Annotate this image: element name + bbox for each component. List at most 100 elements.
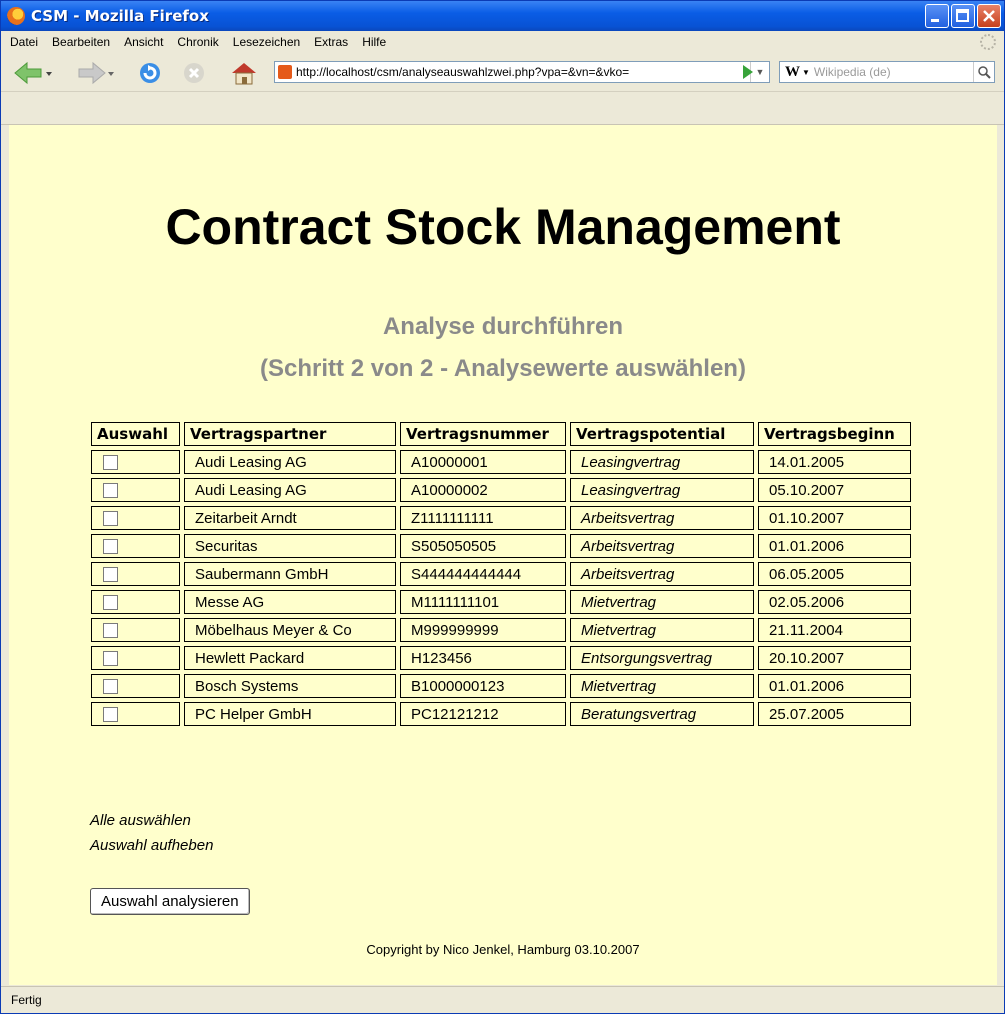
- site-favicon-icon: [278, 65, 292, 79]
- start-date-cell: 21.11.2004: [758, 618, 911, 642]
- copyright-text: Copyright by Nico Jenkel, Hamburg 03.10.…: [366, 942, 640, 957]
- menu-datei[interactable]: Datei: [10, 35, 38, 49]
- forward-arrow-icon: [78, 61, 114, 85]
- table-row: Bosch Systems B1000000123 Mietvertrag 01…: [91, 674, 911, 698]
- minimize-icon: [931, 19, 939, 22]
- start-date-cell: 25.07.2005: [758, 702, 911, 726]
- table-row: Messe AG M1111111101 Mietvertrag 02.05.2…: [91, 590, 911, 614]
- row-checkbox[interactable]: [103, 511, 118, 527]
- browser-window: CSM - Mozilla Firefox Datei Bearbeiten A…: [0, 0, 1005, 1014]
- select-cell: [91, 534, 180, 558]
- table-row: Zeitarbeit Arndt Z1111111111 Arbeitsvert…: [91, 506, 911, 530]
- row-checkbox[interactable]: [103, 455, 118, 471]
- number-cell: B1000000123: [400, 674, 566, 698]
- search-engine-icon[interactable]: W: [785, 64, 800, 81]
- menu-lesezeichen[interactable]: Lesezeichen: [233, 35, 300, 49]
- start-date-cell: 20.10.2007: [758, 646, 911, 670]
- partner-cell: Audi Leasing AG: [184, 478, 396, 502]
- row-checkbox[interactable]: [103, 707, 118, 723]
- select-all-link[interactable]: Alle auswählen: [90, 808, 213, 833]
- row-checkbox[interactable]: [103, 595, 118, 611]
- deselect-all-link[interactable]: Auswahl aufheben: [90, 833, 213, 858]
- start-date-cell: 02.05.2006: [758, 590, 911, 614]
- number-cell: PC12121212: [400, 702, 566, 726]
- magnifier-icon: [978, 66, 991, 79]
- url-bar[interactable]: http://localhost/csm/analyseauswahlzwei.…: [274, 61, 770, 83]
- partner-cell: Securitas: [184, 534, 396, 558]
- step-subtitle: (Schritt 2 von 2 - Analysewerte auswähle…: [260, 355, 746, 382]
- row-checkbox[interactable]: [103, 567, 118, 583]
- table-header-row: Auswahl Vertragspartner Vertragsnummer V…: [91, 422, 911, 446]
- reload-button[interactable]: [137, 61, 165, 85]
- row-checkbox[interactable]: [103, 483, 118, 499]
- number-cell: S444444444444: [400, 562, 566, 586]
- partner-cell: Zeitarbeit Arndt: [184, 506, 396, 530]
- potential-cell: Beratungsvertrag: [570, 702, 754, 726]
- start-date-cell: 14.01.2005: [758, 450, 911, 474]
- contracts-table: Auswahl Vertragspartner Vertragsnummer V…: [87, 418, 915, 730]
- header-vertragspotential: Vertragspotential: [570, 422, 754, 446]
- menu-ansicht[interactable]: Ansicht: [124, 35, 163, 49]
- menu-hilfe[interactable]: Hilfe: [362, 35, 386, 49]
- table-row: Hewlett Packard H123456 Entsorgungsvertr…: [91, 646, 911, 670]
- row-checkbox[interactable]: [103, 623, 118, 639]
- menu-chronik[interactable]: Chronik: [177, 35, 218, 49]
- bookmarks-toolbar: [1, 92, 1004, 125]
- page-subtitle: Analyse durchführen: [382, 313, 624, 340]
- number-cell: A10000001: [400, 450, 566, 474]
- partner-cell: PC Helper GmbH: [184, 702, 396, 726]
- partner-cell: Audi Leasing AG: [184, 450, 396, 474]
- partner-cell: Hewlett Packard: [184, 646, 396, 670]
- stop-icon: [184, 63, 204, 83]
- navigation-toolbar: http://localhost/csm/analyseauswahlzwei.…: [1, 53, 1004, 92]
- menu-extras[interactable]: Extras: [314, 35, 348, 49]
- row-checkbox[interactable]: [103, 651, 118, 667]
- header-vertragsbeginn: Vertragsbeginn: [758, 422, 911, 446]
- back-button[interactable]: [13, 61, 52, 85]
- potential-cell: Leasingvertrag: [570, 478, 754, 502]
- home-icon: [232, 63, 256, 85]
- row-checkbox[interactable]: [103, 679, 118, 695]
- maximize-icon: [956, 9, 969, 22]
- start-date-cell: 01.10.2007: [758, 506, 911, 530]
- search-bar[interactable]: W ▼ Wikipedia (de): [779, 61, 995, 83]
- potential-cell: Leasingvertrag: [570, 450, 754, 474]
- start-date-cell: 05.10.2007: [758, 478, 911, 502]
- select-cell: [91, 590, 180, 614]
- menu-bearbeiten[interactable]: Bearbeiten: [52, 35, 110, 49]
- stop-button[interactable]: [181, 61, 209, 85]
- table-body: Audi Leasing AG A10000001 Leasingvertrag…: [91, 450, 911, 726]
- potential-cell: Arbeitsvertrag: [570, 562, 754, 586]
- number-cell: M1111111101: [400, 590, 566, 614]
- page-content: Contract Stock Management Analyse durchf…: [9, 125, 997, 985]
- home-button[interactable]: [229, 61, 259, 85]
- page-title: Contract Stock Management: [165, 199, 841, 255]
- select-cell: [91, 646, 180, 670]
- row-checkbox[interactable]: [103, 539, 118, 555]
- selection-links: Alle auswählen Auswahl aufheben: [90, 808, 213, 858]
- minimize-button[interactable]: [925, 4, 949, 28]
- table-row: Audi Leasing AG A10000001 Leasingvertrag…: [91, 450, 911, 474]
- menu-bar: Datei Bearbeiten Ansicht Chronik Lesezei…: [1, 31, 1004, 53]
- firefox-icon: [7, 7, 25, 25]
- select-cell: [91, 674, 180, 698]
- reload-icon: [140, 63, 160, 83]
- header-vertragspartner: Vertragspartner: [184, 422, 396, 446]
- go-arrow-icon[interactable]: [743, 65, 753, 79]
- close-button[interactable]: [977, 4, 1001, 28]
- analyze-selection-button[interactable]: Auswahl analysieren: [90, 888, 250, 915]
- search-button[interactable]: [973, 62, 994, 82]
- select-cell: [91, 562, 180, 586]
- search-engine-dropdown-icon[interactable]: ▼: [802, 68, 810, 77]
- partner-cell: Messe AG: [184, 590, 396, 614]
- table-row: Möbelhaus Meyer & Co M999999999 Mietvert…: [91, 618, 911, 642]
- url-input[interactable]: http://localhost/csm/analyseauswahlzwei.…: [296, 65, 750, 79]
- search-input[interactable]: Wikipedia (de): [814, 65, 973, 79]
- number-cell: Z1111111111: [400, 506, 566, 530]
- maximize-button[interactable]: [951, 4, 975, 28]
- start-date-cell: 01.01.2006: [758, 674, 911, 698]
- potential-cell: Mietvertrag: [570, 674, 754, 698]
- back-arrow-icon: [14, 61, 52, 85]
- potential-cell: Mietvertrag: [570, 590, 754, 614]
- forward-button[interactable]: [77, 61, 114, 85]
